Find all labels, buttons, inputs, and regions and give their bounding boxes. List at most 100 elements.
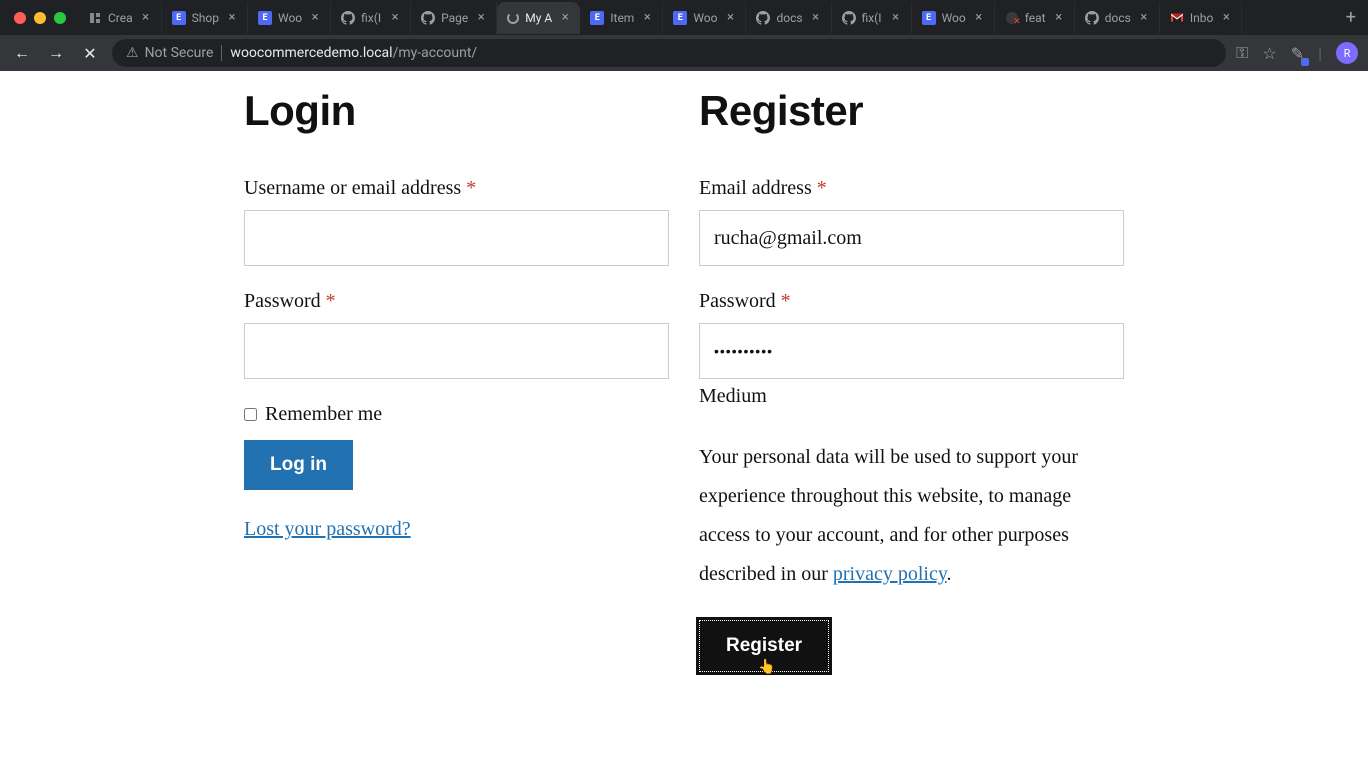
login-password-label: Password * (244, 290, 669, 313)
tab-close-icon[interactable]: × (139, 10, 153, 25)
browser-tab[interactable]: Inbo × (1160, 2, 1242, 34)
login-username-label: Username or email address * (244, 177, 669, 200)
browser-tab[interactable]: E Shop × (162, 2, 248, 34)
login-username-input[interactable] (244, 210, 669, 266)
browser-tab[interactable]: docs × (746, 2, 831, 34)
tab-close-icon[interactable]: × (308, 10, 322, 25)
not-secure-badge: ⚠ Not Secure (126, 45, 222, 61)
browser-tab[interactable]: My A × (497, 2, 580, 34)
tab-close-icon[interactable]: × (1219, 10, 1233, 25)
window-maximize[interactable] (54, 12, 66, 24)
browser-tab[interactable]: fix(I × (331, 2, 411, 34)
titlebar: Crea×EShop×EWoo×fix(I×Page×My A×EItem×EW… (0, 0, 1368, 35)
login-password-input[interactable] (244, 323, 669, 379)
e-favicon: E (922, 11, 936, 25)
login-column: Login Username or email address * Passwo… (244, 87, 669, 764)
tab-close-icon[interactable]: × (558, 10, 572, 25)
cursor-icon: 👆 (758, 658, 775, 675)
traffic-lights (0, 12, 78, 24)
e-favicon: E (673, 11, 687, 25)
tab-close-icon[interactable]: × (1137, 10, 1151, 25)
login-button[interactable]: Log in (244, 440, 353, 490)
window-minimize[interactable] (34, 12, 46, 24)
tab-label: Inbo (1190, 11, 1213, 25)
tab-label: Item (610, 11, 634, 25)
error-favicon: ✕ (1005, 11, 1019, 25)
back-button[interactable]: ← (10, 43, 34, 63)
tab-label: fix(I (862, 11, 883, 25)
tab-label: Woo (693, 11, 717, 25)
browser-tab[interactable]: E Woo × (663, 2, 746, 34)
tab-label: fix(I (361, 11, 382, 25)
privacy-policy-link[interactable]: privacy policy (833, 563, 947, 585)
tab-label: Page (441, 11, 468, 25)
tab-close-icon[interactable]: × (225, 10, 239, 25)
e-favicon: E (172, 11, 186, 25)
browser-tab[interactable]: E Woo × (248, 2, 331, 34)
address-bar[interactable]: ⚠ Not Secure woocommercedemo.local/my-ac… (112, 39, 1226, 67)
tab-label: feat (1025, 11, 1046, 25)
app-favicon (88, 11, 102, 25)
forward-button[interactable]: → (44, 43, 68, 63)
register-password-label: Password * (699, 290, 1124, 313)
tab-label: Shop (192, 11, 219, 25)
tab-close-icon[interactable]: × (1052, 10, 1066, 25)
github-favicon (756, 11, 770, 25)
page-content: Login Username or email address * Passwo… (0, 71, 1368, 764)
register-email-input[interactable] (699, 210, 1124, 266)
browser-tab[interactable]: E Item × (580, 2, 663, 34)
remember-me-row[interactable]: Remember me (244, 403, 669, 426)
browser-tab[interactable]: Page × (411, 2, 497, 34)
bookmark-star-icon[interactable]: ☆ (1262, 44, 1276, 63)
tab-strip: Crea×EShop×EWoo×fix(I×Page×My A×EItem×EW… (78, 0, 1334, 35)
password-strength: Medium (699, 385, 1124, 408)
profile-avatar[interactable]: R (1336, 42, 1358, 64)
login-heading: Login (244, 87, 669, 135)
tab-close-icon[interactable]: × (388, 10, 402, 25)
github-favicon (341, 11, 355, 25)
github-favicon (421, 11, 435, 25)
e-favicon: E (590, 11, 604, 25)
key-icon[interactable]: ⚿ (1236, 43, 1248, 63)
tab-label: Crea (108, 11, 133, 25)
url-host: woocommercedemo.local (230, 45, 392, 61)
stop-button[interactable]: ✕ (78, 44, 102, 63)
register-button[interactable]: Register 👆 (699, 620, 829, 672)
browser-tab[interactable]: docs × (1075, 2, 1160, 34)
browser-tab[interactable]: E Woo × (912, 2, 995, 34)
tab-close-icon[interactable]: × (474, 10, 488, 25)
new-tab-button[interactable]: + (1334, 7, 1368, 28)
toolbar: ← → ✕ ⚠ Not Secure woocommercedemo.local… (0, 35, 1368, 71)
register-column: Register Email address * Password * Medi… (699, 87, 1124, 764)
tab-label: My A (525, 11, 552, 25)
remember-me-checkbox[interactable] (244, 408, 257, 421)
window-close[interactable] (14, 12, 26, 24)
browser-tab[interactable]: Crea × (78, 2, 162, 34)
url-path: /my-account/ (393, 45, 478, 61)
tab-label: docs (776, 11, 802, 25)
browser-chrome: Crea×EShop×EWoo×fix(I×Page×My A×EItem×EW… (0, 0, 1368, 71)
remember-me-label: Remember me (265, 403, 382, 426)
extension-icon[interactable]: ✎ (1291, 44, 1304, 63)
tab-close-icon[interactable]: × (723, 10, 737, 25)
browser-tab[interactable]: ✕ feat × (995, 2, 1075, 34)
tab-label: Woo (278, 11, 302, 25)
register-email-label: Email address * (699, 177, 1124, 200)
toolbar-right: ⚿ ☆ ✎ | R (1236, 42, 1358, 64)
browser-tab[interactable]: fix(I × (832, 2, 912, 34)
tab-close-icon[interactable]: × (972, 10, 986, 25)
tab-close-icon[interactable]: × (809, 10, 823, 25)
tab-label: Woo (942, 11, 966, 25)
register-heading: Register (699, 87, 1124, 135)
tab-label: docs (1105, 11, 1131, 25)
github-favicon (842, 11, 856, 25)
tab-close-icon[interactable]: × (889, 10, 903, 25)
e-favicon: E (258, 11, 272, 25)
privacy-text: Your personal data will be used to suppo… (699, 438, 1124, 594)
warning-icon: ⚠ (126, 45, 139, 61)
gmail-favicon (1170, 11, 1184, 25)
register-password-input[interactable] (699, 323, 1124, 379)
loading-spinner-icon (507, 12, 519, 24)
lost-password-link[interactable]: Lost your password? (244, 518, 411, 541)
tab-close-icon[interactable]: × (640, 10, 654, 25)
